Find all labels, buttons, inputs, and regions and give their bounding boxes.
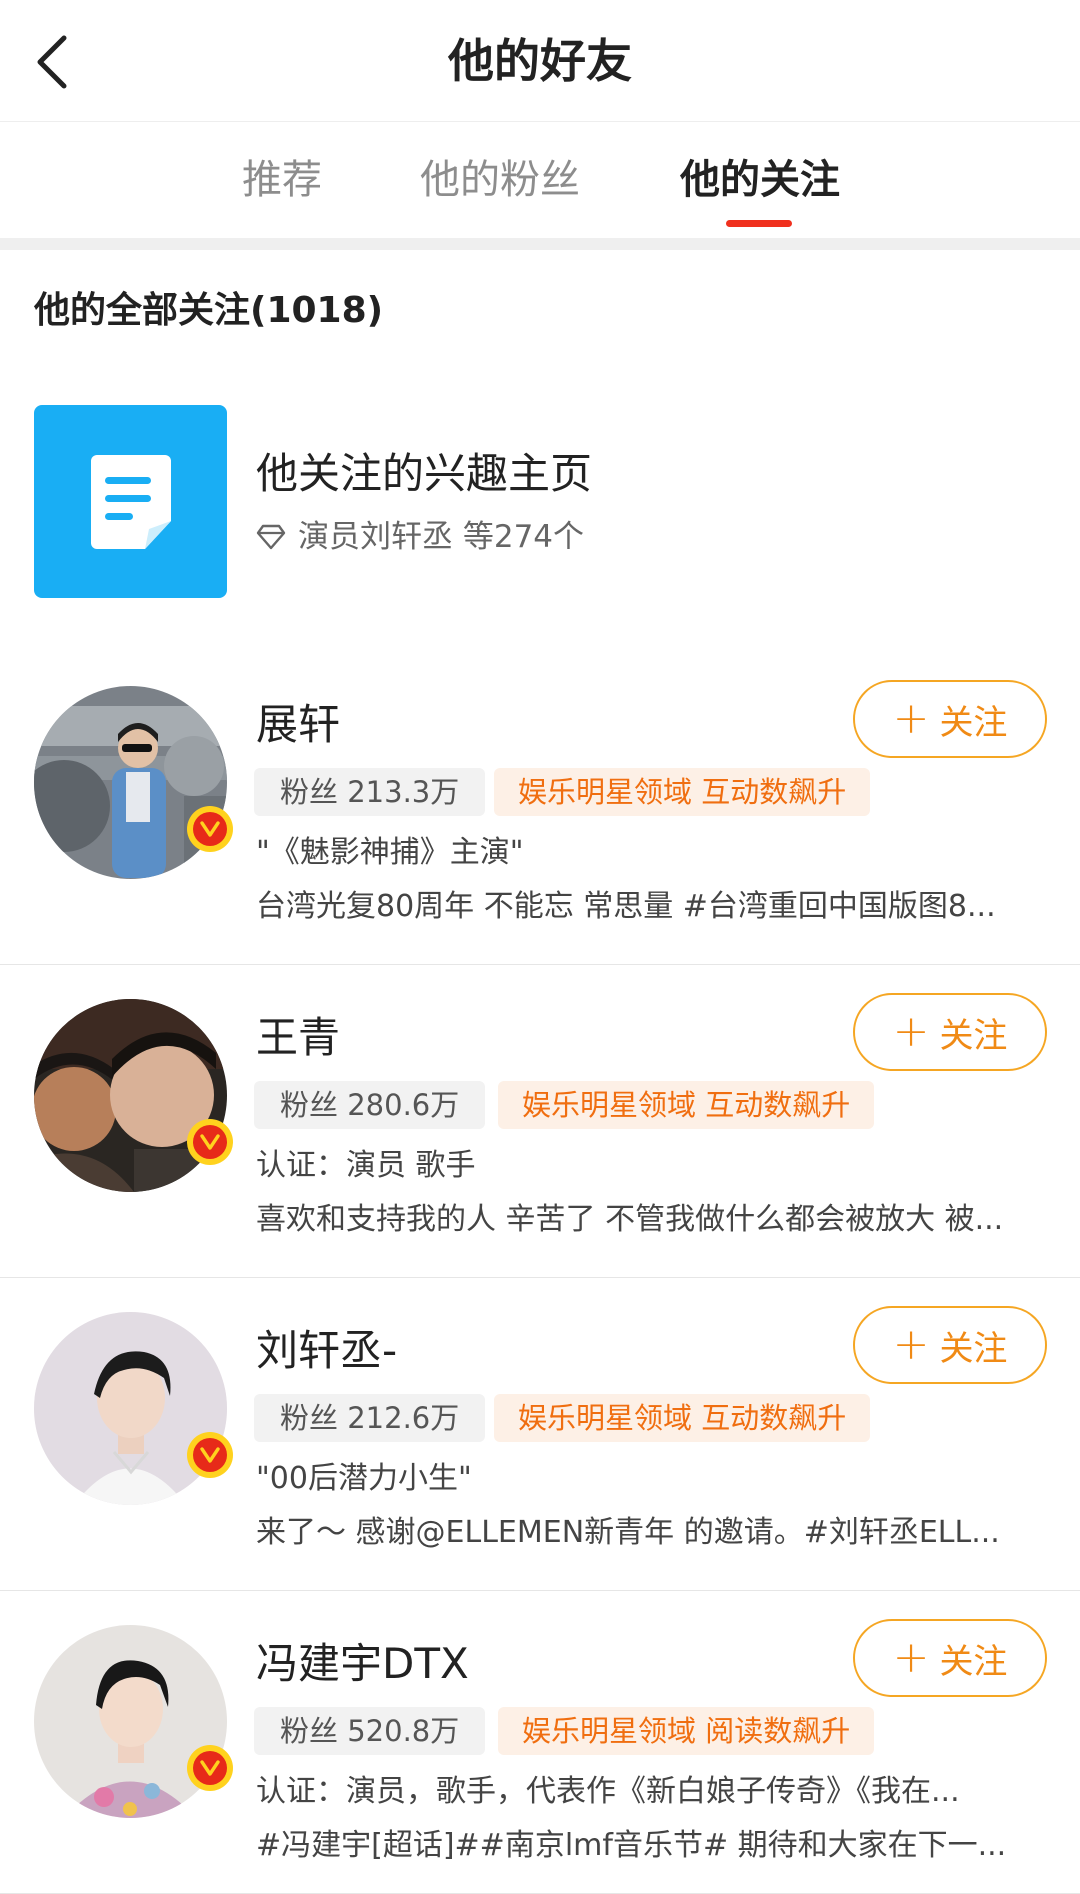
latest-post[interactable]: 来了～ 感谢@ELLEMEN新青年 的邀请。#刘轩丞ELL... <box>256 1510 1036 1556</box>
user-name[interactable]: 王青 <box>256 1009 340 1067</box>
tab-bar: 推荐 他的粉丝 他的关注 <box>0 122 1080 238</box>
follow-label: 关注 <box>939 702 1008 743</box>
avatar[interactable] <box>34 1312 227 1505</box>
tab-fans[interactable]: 他的粉丝 <box>420 152 580 208</box>
follow-label: 关注 <box>939 1328 1008 1369</box>
fans-count: 粉丝 280.6万 <box>254 1081 486 1129</box>
follow-button[interactable]: + 关注 <box>853 1619 1047 1697</box>
tab-following[interactable]: 他的关注 <box>680 152 840 208</box>
user-name[interactable]: 展轩 <box>256 696 340 754</box>
diamond-icon <box>256 524 286 550</box>
user-description: "《魅影神捕》主演" <box>256 835 524 870</box>
fans-count: 粉丝 520.8万 <box>254 1707 486 1755</box>
trend-tag: 娱乐明星领域 互动数飙升 <box>494 768 871 816</box>
page-title: 他的好友 <box>448 34 632 88</box>
user-name[interactable]: 刘轩丞- <box>256 1322 397 1380</box>
document-icon <box>34 405 227 598</box>
user-name[interactable]: 冯建宇DTX <box>256 1635 469 1693</box>
latest-post[interactable]: 台湾光复80周年 不能忘 常思量 #台湾重回中国版图8... <box>256 884 1036 930</box>
avatar[interactable] <box>34 1625 227 1818</box>
user-card[interactable]: 展轩 + 关注 粉丝 213.3万 娱乐明星领域 互动数飙升 "《魅影神捕》主演… <box>0 652 1080 965</box>
latest-post[interactable]: 喜欢和支持我的人 辛苦了 不管我做什么都会被放大 被... <box>256 1197 1036 1243</box>
fans-count: 粉丝 212.6万 <box>254 1394 486 1442</box>
user-description: 认证：演员，歌手，代表作《新白娘子传奇》《我在... <box>256 1774 960 1809</box>
follow-label: 关注 <box>939 1015 1008 1056</box>
active-tab-indicator <box>726 220 792 227</box>
interest-title: 他关注的兴趣主页 <box>256 449 593 498</box>
user-description: 认证：演员 歌手 <box>256 1148 476 1183</box>
plus-icon: + <box>892 1632 930 1683</box>
verified-badge-icon <box>187 1745 233 1791</box>
interest-pages-row[interactable]: 他关注的兴趣主页 演员刘轩丞 等274个 <box>34 405 1046 598</box>
trend-tag: 娱乐明星领域 阅读数飙升 <box>498 1707 875 1755</box>
plus-icon: + <box>892 693 930 744</box>
avatar[interactable] <box>34 686 227 879</box>
verified-badge-icon <box>187 1432 233 1478</box>
section-title: 他的全部关注(1018) <box>34 290 384 331</box>
follow-button[interactable]: + 关注 <box>853 993 1047 1071</box>
verified-badge-icon <box>187 806 233 852</box>
nav-bar: 他的好友 <box>0 0 1080 122</box>
trend-tag: 娱乐明星领域 互动数飙升 <box>498 1081 875 1129</box>
plus-icon: + <box>892 1006 930 1057</box>
follow-label: 关注 <box>939 1641 1008 1682</box>
user-description: "00后潜力小生" <box>256 1461 472 1496</box>
verified-badge-icon <box>187 1119 233 1165</box>
interest-subtitle-text: 演员刘轩丞 等274个 <box>298 519 585 555</box>
follow-button[interactable]: + 关注 <box>853 1306 1047 1384</box>
interest-subtitle: 演员刘轩丞 等274个 <box>256 515 584 559</box>
follow-button[interactable]: + 关注 <box>853 680 1047 758</box>
user-card[interactable]: 冯建宇DTX + 关注 粉丝 520.8万 娱乐明星领域 阅读数飙升 认证：演员… <box>0 1591 1080 1894</box>
avatar[interactable] <box>34 999 227 1192</box>
tab-recommend[interactable]: 推荐 <box>242 152 322 208</box>
plus-icon: + <box>892 1319 930 1370</box>
fans-count: 粉丝 213.3万 <box>254 768 486 816</box>
latest-post[interactable]: #冯建宇[超话]##南京lmf音乐节# 期待和大家在下一... <box>256 1823 1036 1869</box>
user-card[interactable]: 王青 + 关注 粉丝 280.6万 娱乐明星领域 互动数飙升 认证：演员 歌手 … <box>0 965 1080 1278</box>
user-card[interactable]: 刘轩丞- + 关注 粉丝 212.6万 娱乐明星领域 互动数飙升 "00后潜力小… <box>0 1278 1080 1591</box>
divider <box>0 238 1080 250</box>
trend-tag: 娱乐明星领域 互动数飙升 <box>494 1394 871 1442</box>
